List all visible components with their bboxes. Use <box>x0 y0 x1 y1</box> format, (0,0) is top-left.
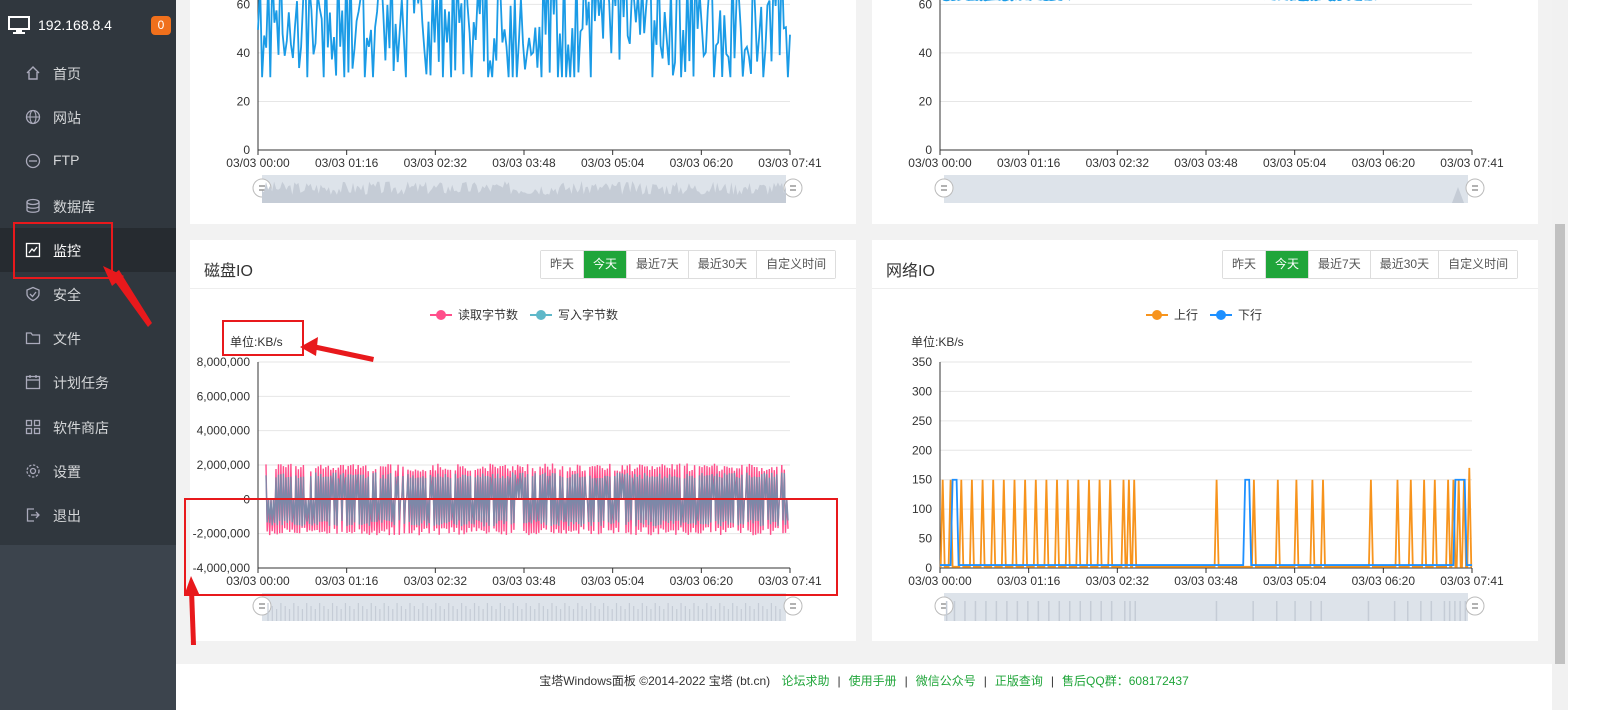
x-tick-label: 03/03 07:41 <box>1440 156 1504 170</box>
zoom-slider-handle-right[interactable] <box>1465 596 1485 616</box>
y-tick-label: 0 <box>925 561 932 575</box>
y-tick-label: 0 <box>243 143 250 157</box>
annotation-box-unit <box>222 320 304 356</box>
right-margin <box>1568 0 1598 710</box>
footer-link-qq[interactable]: 售后QQ群：608172437 <box>1062 674 1189 688</box>
y-tick-label: 2,000,000 <box>197 458 251 472</box>
y-tick-label: 300 <box>912 384 932 398</box>
y-tick-label: 100 <box>912 502 932 516</box>
memory-series-line <box>940 0 1377 2</box>
x-tick-label: 03/03 00:00 <box>226 156 290 170</box>
footer-link-manual[interactable]: 使用手册 <box>849 674 897 688</box>
x-tick-label: 03/03 00:00 <box>908 574 972 588</box>
footer-copyright: 宝塔Windows面板 ©2014-2022 宝塔 (bt.cn) <box>539 674 771 688</box>
upload-series-line <box>939 467 1473 568</box>
x-tick-label: 03/03 02:32 <box>404 156 468 170</box>
footer-link-wechat[interactable]: 微信公众号 <box>916 674 976 688</box>
x-tick-label: 03/03 02:32 <box>1086 156 1150 170</box>
x-tick-label: 03/03 00:00 <box>908 156 972 170</box>
zoom-slider-handle-right[interactable] <box>783 178 803 198</box>
x-tick-label: 03/03 07:41 <box>758 156 822 170</box>
y-tick-label: 350 <box>912 355 932 369</box>
y-tick-label: 20 <box>237 94 251 108</box>
y-tick-label: 60 <box>237 0 251 11</box>
x-tick-label: 03/03 05:04 <box>581 156 645 170</box>
x-tick-label: 03/03 06:20 <box>1352 574 1416 588</box>
y-tick-label: 8,000,000 <box>197 355 251 369</box>
scrollbar-thumb[interactable] <box>1555 224 1565 664</box>
cpu-series-line <box>257 0 791 78</box>
zoom-slider-handle-left[interactable] <box>934 596 954 616</box>
zoom-slider-handle-left[interactable] <box>934 178 954 198</box>
x-tick-label: 03/03 01:16 <box>997 574 1061 588</box>
zoom-slider-handle-right[interactable] <box>1465 178 1485 198</box>
zoom-slider-track <box>944 175 1468 203</box>
footer-link-forum[interactable]: 论坛求助 <box>781 674 829 688</box>
x-tick-label: 03/03 06:20 <box>1352 156 1416 170</box>
footer: 宝塔Windows面板 ©2014-2022 宝塔 (bt.cn) 论坛求助 | 使… <box>176 664 1552 710</box>
y-tick-label: 60 <box>919 0 933 11</box>
x-tick-label: 03/03 01:16 <box>997 156 1061 170</box>
x-tick-label: 03/03 03:48 <box>1174 574 1238 588</box>
y-tick-label: 40 <box>919 46 933 60</box>
x-tick-label: 03/03 06:20 <box>670 156 734 170</box>
zoom-slider-track <box>944 593 1468 621</box>
y-tick-label: 6,000,000 <box>197 389 251 403</box>
y-tick-label: 4,000,000 <box>197 424 251 438</box>
x-tick-label: 03/03 03:48 <box>492 156 556 170</box>
y-tick-label: 20 <box>919 94 933 108</box>
x-tick-label: 03/03 07:41 <box>1440 574 1504 588</box>
x-tick-label: 03/03 03:48 <box>1174 156 1238 170</box>
annotation-box-monitor <box>13 222 113 279</box>
x-tick-label: 03/03 05:04 <box>1263 574 1327 588</box>
page-scrollbar[interactable] <box>1552 0 1568 710</box>
x-tick-label: 03/03 01:16 <box>315 156 379 170</box>
y-tick-label: 40 <box>237 46 251 60</box>
download-series-line <box>940 478 1472 566</box>
y-tick-label: 150 <box>912 473 932 487</box>
y-tick-label: 50 <box>919 532 933 546</box>
y-tick-label: 200 <box>912 443 932 457</box>
footer-link-license[interactable]: 正版查询 <box>995 674 1043 688</box>
zoom-slider-handle-right[interactable] <box>783 596 803 616</box>
y-tick-label: 250 <box>912 414 932 428</box>
y-tick-label: 0 <box>925 143 932 157</box>
annotation-box-negative-values <box>184 498 838 596</box>
x-tick-label: 03/03 05:04 <box>1263 156 1327 170</box>
x-tick-label: 03/03 02:32 <box>1086 574 1150 588</box>
